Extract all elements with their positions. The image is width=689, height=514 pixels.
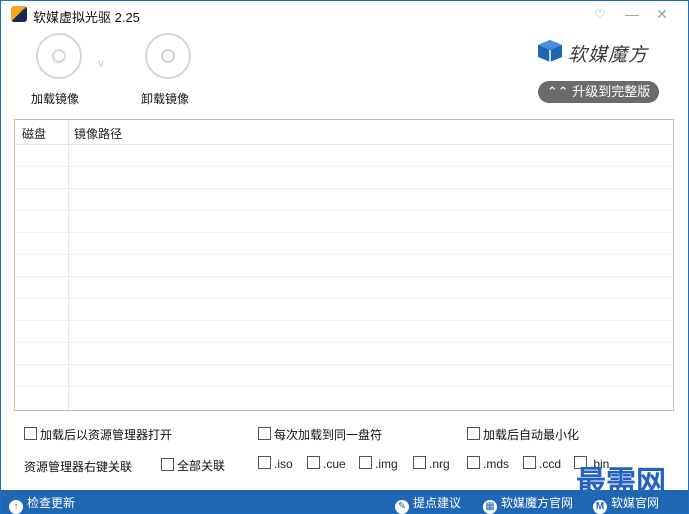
column-image-path[interactable]: 镜像路径 [74,125,122,142]
column-disk[interactable]: 磁盘 [22,125,46,142]
table-row-line [15,166,673,167]
m-logo-icon: M [593,500,607,514]
unmount-image-button[interactable] [143,33,195,85]
pen-icon: ✎ [395,500,409,514]
assoc-all-option[interactable]: 全部关联 [161,457,225,474]
same-drive-label: 每次加载到同一盘符 [274,428,383,442]
window-title: 软媒虚拟光驱 2.25 [33,10,140,25]
ext-label: .iso [274,457,293,471]
ext-checkbox[interactable] [467,456,480,469]
open-explorer-label: 加载后以资源管理器打开 [40,428,173,442]
ext-img-option[interactable]: .img [359,456,398,471]
disc-icon [36,33,82,79]
ext-label: .ccd [539,457,562,471]
table-row-line [15,298,673,299]
title-bar: 软媒虚拟光驱 2.25 ♡ — ✕ [1,1,688,27]
brand-name: 软媒魔方 [568,45,649,66]
double-chevron-up-icon: ⌃⌃ [546,84,569,99]
skin-icon[interactable]: ♡ [589,4,611,24]
ext-checkbox[interactable] [258,456,271,469]
ext-label: .img [375,457,398,471]
mofang-site-label: 软媒魔方官网 [501,496,574,510]
ext-mds-option[interactable]: .mds [467,456,509,471]
table-header: 磁盘 镜像路径 [15,120,673,145]
feedback-link[interactable]: ✎ 提点建议 [395,494,461,514]
auto-minimize-label: 加载后自动最小化 [483,428,580,442]
status-bar: ↑ 检查更新 ✎ 提点建议 ▦ 软媒魔方官网 M 软媒官网 [1,490,688,514]
ext-nrg-option[interactable]: .nrg [413,456,450,471]
unmount-image-label[interactable]: 卸载镜像 [141,90,189,107]
ext-cue-option[interactable]: .cue [307,456,346,471]
image-table[interactable]: 磁盘 镜像路径 [14,119,674,411]
mofang-site-link[interactable]: ▦ 软媒魔方官网 [483,494,573,514]
ext-checkbox[interactable] [307,456,320,469]
check-update-link[interactable]: ↑ 检查更新 [9,494,75,514]
app-window: 软媒虚拟光驱 2.25 ♡ — ✕ ∨ 加载镜像 卸载镜像 软媒魔方 ⌃⌃ 升级… [0,0,689,514]
assoc-label: 资源管理器右键关联 [24,460,133,474]
auto-minimize-option[interactable]: 加载后自动最小化 [467,426,579,443]
ext-checkbox[interactable] [359,456,372,469]
mount-image-label[interactable]: 加载镜像 [31,90,79,107]
close-button[interactable]: ✕ [651,4,673,24]
table-row-line [15,276,673,277]
upgrade-label: 升级到完整版 [572,84,651,99]
table-row-line [15,342,673,343]
column-divider [68,120,69,410]
assoc-all-checkbox[interactable] [161,458,174,471]
auto-minimize-checkbox[interactable] [467,427,480,440]
ext-checkbox[interactable] [413,456,426,469]
ext-iso-option[interactable]: .iso [258,456,293,471]
ext-checkbox[interactable] [523,456,536,469]
ext-label: .nrg [429,457,450,471]
ext-label: .mds [483,457,510,471]
open-explorer-option[interactable]: 加载后以资源管理器打开 [24,426,172,443]
app-logo-icon [11,6,27,22]
ruanmei-site-label: 软媒官网 [611,496,660,510]
same-drive-option[interactable]: 每次加载到同一盘符 [258,426,382,443]
assoc-all-label: 全部关联 [177,459,226,473]
open-explorer-checkbox[interactable] [24,427,37,440]
ruanmei-site-link[interactable]: M 软媒官网 [593,494,659,514]
table-row-line [15,210,673,211]
eject-disc-icon [145,33,191,79]
table-row-line [15,386,673,387]
mount-image-button[interactable] [34,33,86,85]
table-row-line [15,188,673,189]
chevron-down-icon[interactable]: ∨ [97,57,105,70]
table-row-line [15,254,673,255]
arrow-up-icon: ↑ [9,500,23,514]
same-drive-checkbox[interactable] [258,427,271,440]
feedback-label: 提点建议 [413,496,462,510]
ext-ccd-option[interactable]: .ccd [523,456,561,471]
cube-icon [538,40,562,62]
ext-label: .cue [323,457,346,471]
table-row-line [15,364,673,365]
table-row-line [15,232,673,233]
upgrade-button[interactable]: ⌃⌃ 升级到完整版 [538,81,659,103]
check-update-label: 检查更新 [27,496,76,510]
table-row-line [15,320,673,321]
minimize-button[interactable]: — [621,4,643,24]
grid-icon: ▦ [483,500,497,514]
